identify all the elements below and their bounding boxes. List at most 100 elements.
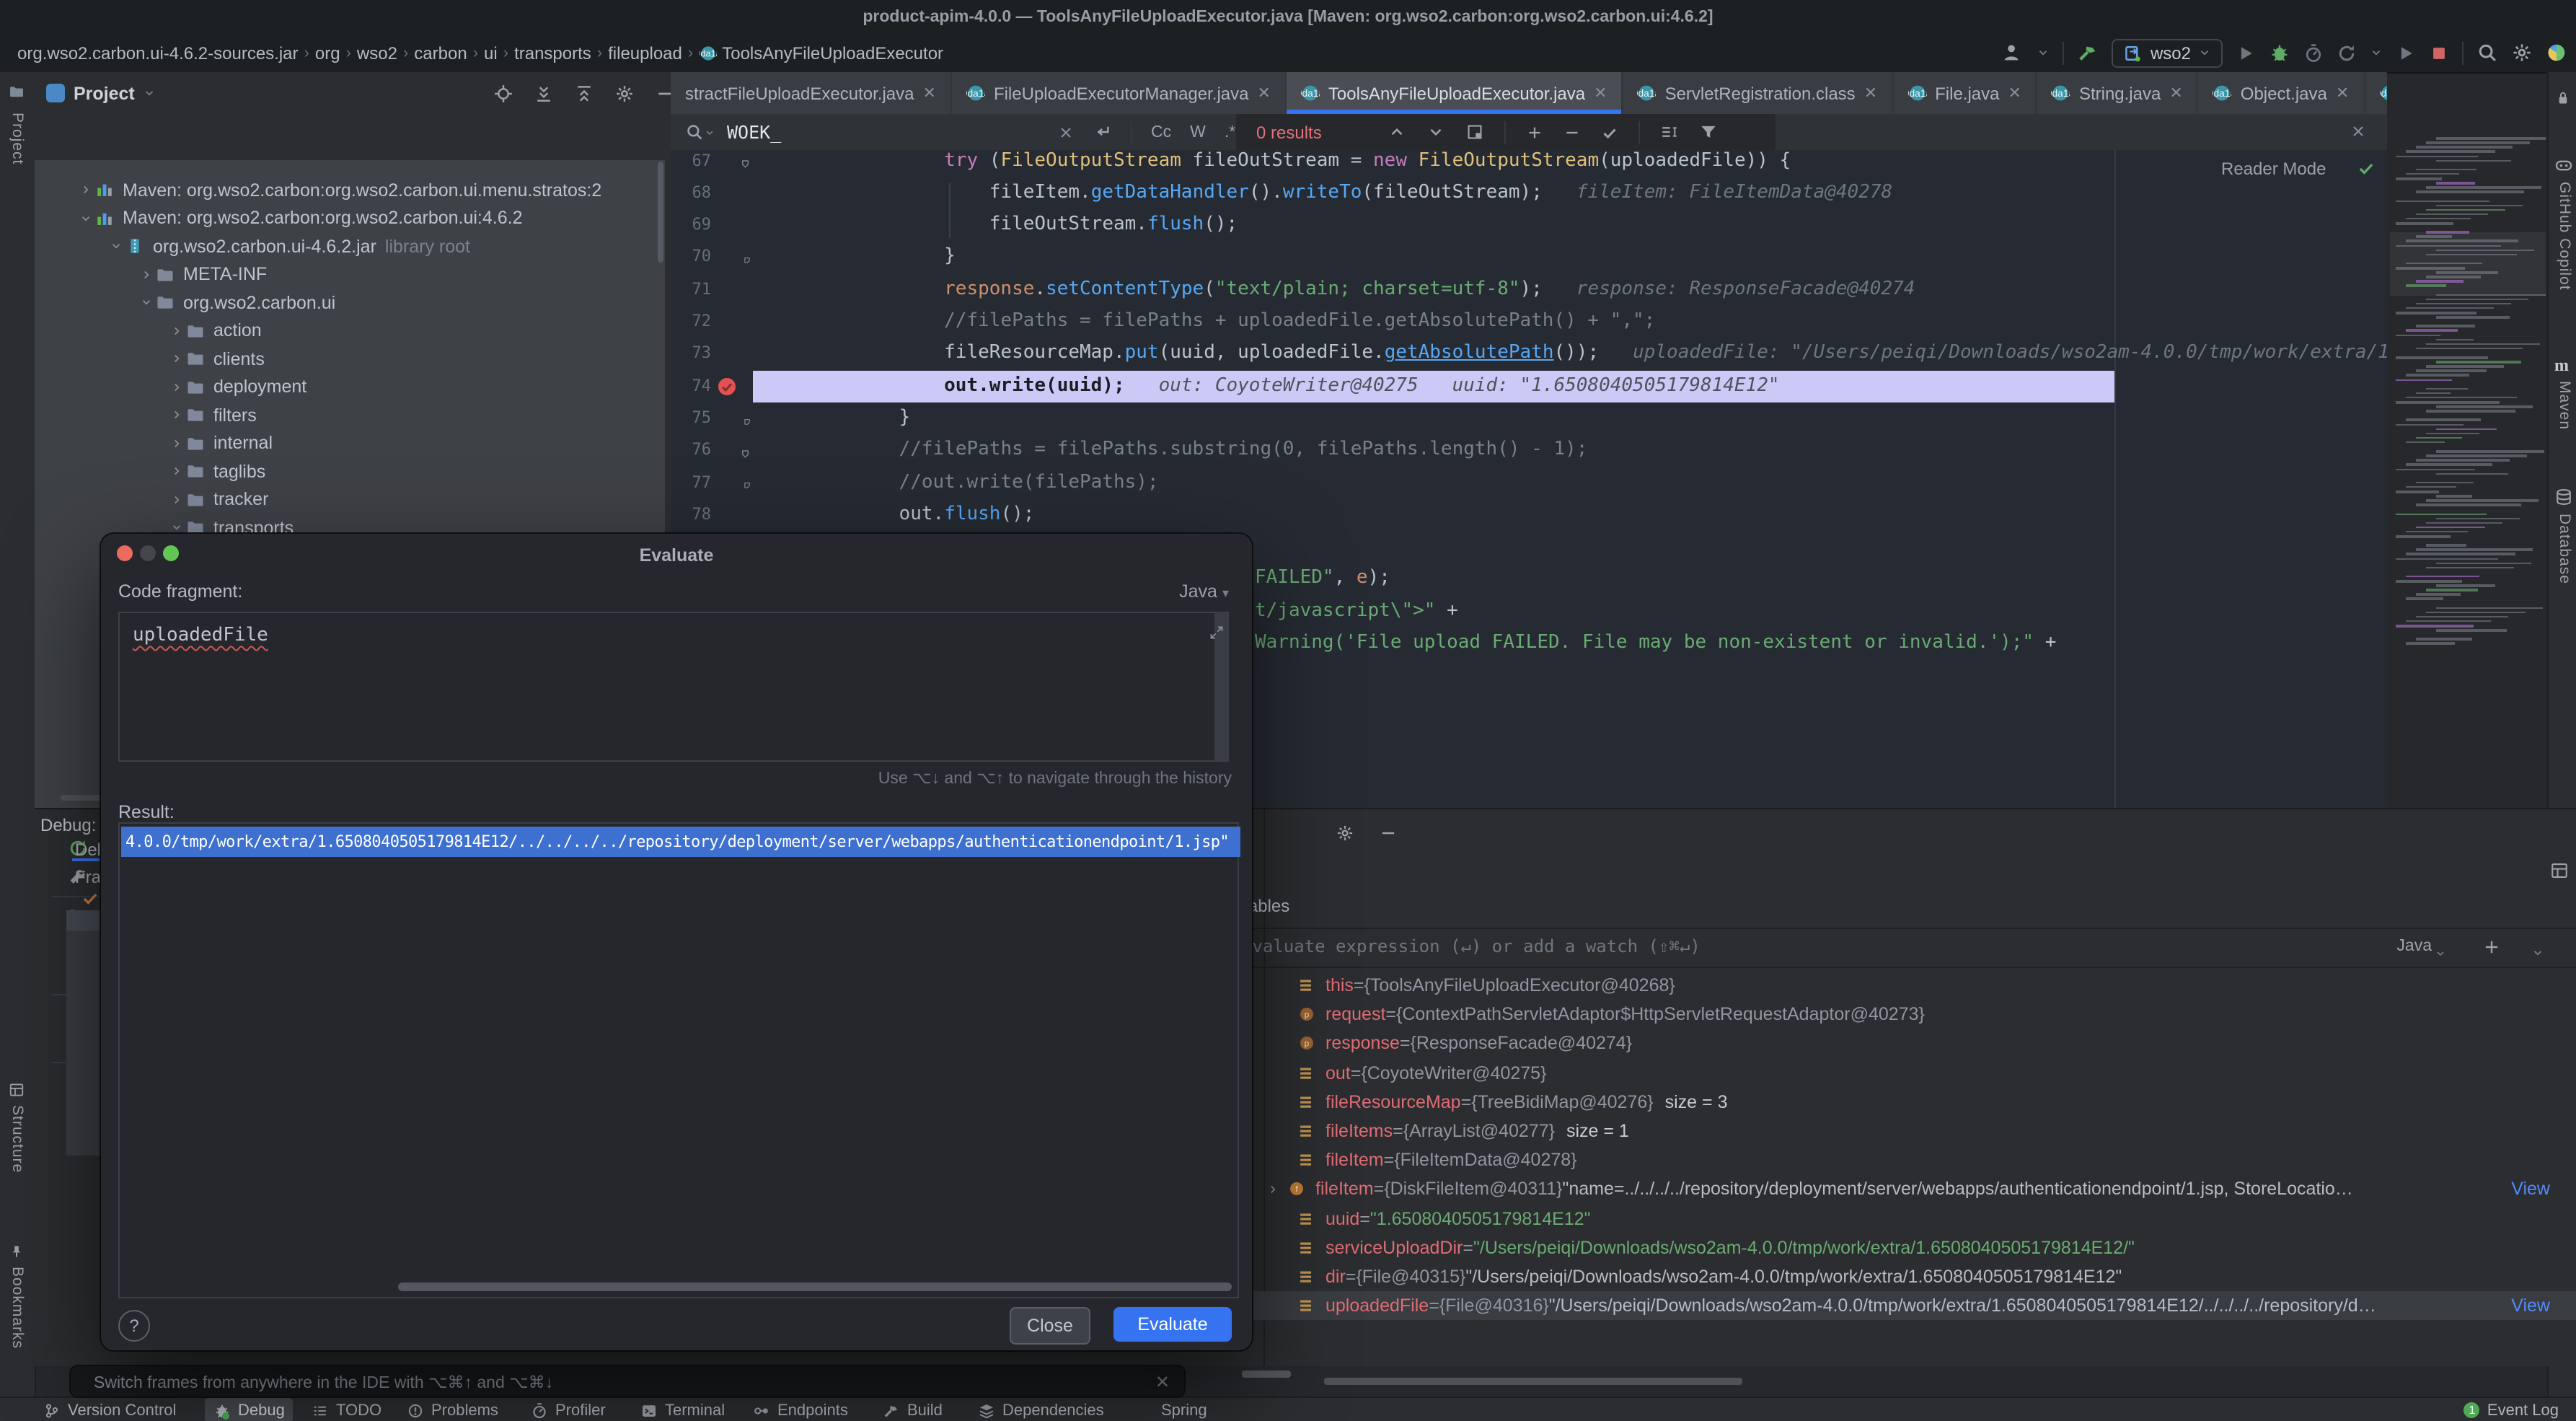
- code-line-69[interactable]: fileOutStream.flush();: [786, 214, 1238, 235]
- bookmarks-stripe-icon[interactable]: [9, 1244, 25, 1259]
- sidebar-stripe-project[interactable]: Project: [9, 113, 26, 169]
- restore-layout-icon[interactable]: [2550, 861, 2569, 880]
- stripe-label-github-copilot[interactable]: GitHub Copilot: [2556, 182, 2573, 291]
- tab-file-java[interactable]: #9da1a9File.java✕: [1893, 72, 2037, 114]
- tree-chevron[interactable]: [136, 268, 156, 281]
- gear-icon[interactable]: [614, 84, 635, 104]
- gear-icon[interactable]: [1336, 824, 1354, 843]
- code-line-76[interactable]: //filePaths = filePaths.substring(0, fil…: [786, 439, 1587, 460]
- chevron-down-icon[interactable]: [144, 87, 156, 100]
- tab-string-java[interactable]: #9da1a9String.java✕: [2037, 72, 2199, 114]
- run-button[interactable]: [2236, 43, 2256, 63]
- expand-chevron-icon[interactable]: [1266, 1183, 1279, 1196]
- tab-servletregistration-class[interactable]: #9da1a9ServletRegistration.class✕: [1623, 72, 1894, 114]
- copilot-icon[interactable]: [2554, 156, 2573, 175]
- select-all-occurrences-icon[interactable]: [1466, 123, 1485, 141]
- structure-stripe-icon[interactable]: [9, 1082, 25, 1098]
- run-with-coverage-icon[interactable]: [2337, 43, 2357, 63]
- tree-item-taglibs[interactable]: taglibs: [166, 457, 265, 485]
- statusbar-item-debug[interactable]: Debug: [205, 1398, 294, 1421]
- code-line-73[interactable]: fileResourceMap.put(uuid, uploadedFile.g…: [786, 343, 2387, 364]
- add-selection-icon[interactable]: [1527, 123, 1544, 141]
- tree-chevron[interactable]: [166, 522, 186, 534]
- breadcrumb-item-fileupload[interactable]: fileupload: [608, 43, 682, 63]
- statusbar-item-todo[interactable]: TODO: [312, 1398, 381, 1421]
- maven-m-icon[interactable]: m: [2554, 355, 2569, 377]
- database-icon[interactable]: [2554, 488, 2573, 506]
- breadcrumb-item-toolsanyfileuploadexecutor[interactable]: ToolsAnyFileUploadExecutor: [722, 43, 943, 63]
- breadcrumb-item-org[interactable]: org: [315, 43, 340, 63]
- variable-row-fileresourcemap-4[interactable]: fileResourceMap = {TreeBidiMap@40276}siz…: [1212, 1088, 2576, 1117]
- code-line-71[interactable]: response.setContentType("text/plain; cha…: [786, 278, 1915, 299]
- watch-input-row[interactable]: Evaluate expression (↵) or add a watch (…: [1212, 928, 2576, 968]
- stripe-label-database[interactable]: Database: [2556, 514, 2573, 584]
- tree-chevron[interactable]: [166, 409, 186, 422]
- next-occurrence-icon[interactable]: [1427, 123, 1446, 141]
- add-watch-icon[interactable]: [2482, 936, 2501, 957]
- breadcrumb-item-wso2[interactable]: wso2: [357, 43, 397, 63]
- statusbar-item-problems[interactable]: Problems: [407, 1398, 498, 1421]
- tree-item-maven-org-wso2-carbon-org-wso2-carbon-ui[interactable]: Maven: org.wso2.carbon:org.wso2.carbon.u…: [75, 204, 523, 232]
- variables-hscrollbar[interactable]: [1324, 1378, 1742, 1385]
- variable-row-dir-10[interactable]: dir = {File@40315} "/Users/peiqi/Downloa…: [1212, 1262, 2576, 1291]
- statusbar-item-build[interactable]: Build: [883, 1398, 943, 1421]
- reader-mode-chip[interactable]: Reader Mode: [2221, 159, 2326, 179]
- run-secondary-button[interactable]: [2396, 43, 2416, 63]
- watch-language[interactable]: Java: [2396, 938, 2432, 955]
- sidebar-stripe-bookmarks[interactable]: Bookmarks: [9, 1267, 26, 1353]
- tree-item-deployment[interactable]: deployment: [166, 373, 306, 401]
- fold-marker-icon[interactable]: [740, 475, 754, 496]
- tree-chevron[interactable]: [136, 296, 156, 309]
- breadcrumb-item-org-wso2-carbon-ui-4-6-2-sources-jar[interactable]: org.wso2.carbon.ui-4.6.2-sources.jar: [17, 43, 299, 63]
- code-line-74[interactable]: out.write(uuid); out: CoyoteWriter@40275…: [786, 374, 1780, 396]
- code-line-78[interactable]: out.flush();: [786, 503, 1034, 525]
- locate-icon[interactable]: [493, 84, 513, 104]
- tab-stractfileuploadexecutor-java[interactable]: stractFileUploadExecutor.java✕: [671, 72, 952, 114]
- tree-item-action[interactable]: action: [166, 317, 262, 345]
- tree-chevron[interactable]: [166, 353, 186, 366]
- match-case-toggle[interactable]: Cc: [1151, 123, 1171, 141]
- breadcrumb-item-transports[interactable]: transports: [514, 43, 591, 63]
- statusbar-item-spring[interactable]: Spring: [1137, 1398, 1207, 1421]
- tab-abstractcontext-java[interactable]: #9da1a9AbstractContext.java✕: [2365, 72, 2387, 114]
- chevron-down-icon[interactable]: [2037, 46, 2050, 59]
- tree-item-meta-inf[interactable]: META-INF: [136, 260, 267, 289]
- result-hscrollbar[interactable]: [398, 1283, 1232, 1291]
- clear-search-icon[interactable]: [1057, 123, 1075, 141]
- view-link[interactable]: View: [2511, 1296, 2550, 1316]
- stripe-label-maven[interactable]: Maven: [2556, 381, 2573, 430]
- prev-occurrence-icon[interactable]: [1388, 123, 1407, 141]
- tree-item-org-wso2-carbon-ui[interactable]: org.wso2.carbon.ui: [136, 289, 335, 317]
- close-find-icon[interactable]: [2350, 123, 2367, 140]
- tree-chevron[interactable]: [166, 437, 186, 450]
- debug-button[interactable]: [2269, 42, 2290, 63]
- code-line-70[interactable]: }: [786, 246, 956, 268]
- tree-item-internal[interactable]: internal: [166, 429, 273, 457]
- variable-row-out-3[interactable]: out = {CoyoteWriter@40275}: [1212, 1058, 2576, 1087]
- tree-item-tracker[interactable]: tracker: [166, 485, 268, 514]
- tree-item-clients[interactable]: clients: [166, 345, 265, 373]
- result-row-selected[interactable]: 4.0.0/tmp/work/extra/1.6508040505179814E…: [121, 827, 1240, 857]
- tree-chevron[interactable]: [166, 381, 186, 394]
- minus-icon[interactable]: [1379, 824, 1398, 843]
- close-icon[interactable]: ✕: [1864, 84, 1877, 102]
- fold-marker-icon[interactable]: [740, 443, 754, 463]
- statusbar-item-profiler[interactable]: Profiler: [531, 1398, 606, 1421]
- chevron-down-icon[interactable]: [2435, 942, 2446, 962]
- event-log-widget[interactable]: 1 Event Log: [2464, 1398, 2559, 1421]
- evaluate-button[interactable]: Evaluate: [1113, 1307, 1232, 1342]
- statusbar-item-terminal[interactable]: Terminal: [640, 1398, 725, 1421]
- statusbar-item-version-control[interactable]: Version Control: [43, 1398, 176, 1421]
- variable-row-this-0[interactable]: this = {ToolsAnyFileUploadExecutor@40268…: [1212, 971, 2576, 1000]
- debug-hscrollbar[interactable]: [1242, 1371, 1291, 1378]
- chevron-down-icon[interactable]: [2370, 46, 2383, 59]
- project-stripe-icon[interactable]: [9, 84, 25, 100]
- search-everywhere-icon[interactable]: [2476, 42, 2498, 63]
- tree-scrollbar[interactable]: [658, 162, 663, 263]
- tree-chevron[interactable]: [75, 184, 95, 197]
- tree-chevron[interactable]: [166, 325, 186, 338]
- variable-row-fileitem-6[interactable]: fileItem = {FileItemData@40278}: [1212, 1145, 2576, 1174]
- collapseall-icon[interactable]: [574, 84, 594, 104]
- help-button[interactable]: ?: [118, 1310, 150, 1342]
- inspection-ok-icon[interactable]: [2357, 157, 2376, 178]
